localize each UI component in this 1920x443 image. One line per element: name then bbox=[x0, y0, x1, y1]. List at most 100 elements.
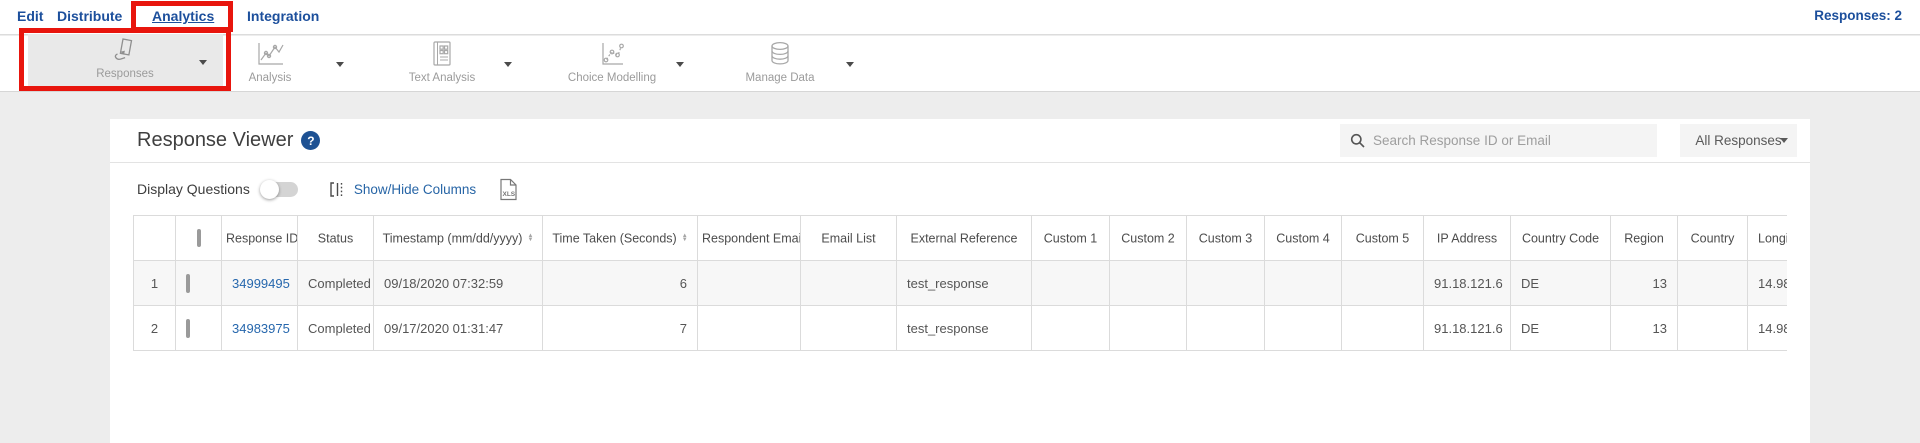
header-select-all bbox=[176, 216, 222, 261]
analysis-icon bbox=[255, 40, 285, 67]
header-country-code: Country Code bbox=[1511, 216, 1611, 261]
select-all-checkbox[interactable] bbox=[197, 229, 201, 247]
header-custom3: Custom 3 bbox=[1187, 216, 1265, 261]
header-response-id[interactable]: Response ID▲▼ bbox=[222, 216, 298, 261]
search-input[interactable] bbox=[1373, 133, 1647, 148]
table-controls: Display Questions Show/Hide Columns XLS bbox=[110, 163, 1810, 215]
header-status: Status bbox=[298, 216, 374, 261]
response-id-cell: 34999495 bbox=[222, 261, 298, 306]
columns-icon[interactable] bbox=[328, 181, 346, 198]
longitude-cell: 14.98 bbox=[1748, 306, 1788, 351]
toolbar-item-responses[interactable]: Responses bbox=[28, 34, 223, 86]
header-region: Region bbox=[1611, 216, 1678, 261]
custom1-cell bbox=[1032, 261, 1110, 306]
table-header-row: Response ID▲▼ Status Timestamp (mm/dd/yy… bbox=[134, 216, 1788, 261]
respondent-email-cell bbox=[698, 261, 801, 306]
external-reference-cell: test_response bbox=[897, 261, 1032, 306]
ip-address-cell: 91.18.121.6 bbox=[1424, 261, 1511, 306]
header-email-list: Email List bbox=[801, 216, 897, 261]
nav-tab-integration[interactable]: Integration bbox=[247, 8, 319, 24]
table-row: 2 34983975 Completed 09/17/2020 01:31:47… bbox=[134, 306, 1788, 351]
header-custom4: Custom 4 bbox=[1265, 216, 1342, 261]
display-questions-toggle[interactable] bbox=[262, 182, 298, 197]
header-custom5: Custom 5 bbox=[1342, 216, 1424, 261]
email-list-cell bbox=[801, 306, 897, 351]
row-checkbox[interactable] bbox=[186, 319, 190, 338]
ip-address-cell: 91.18.121.6 bbox=[1424, 306, 1511, 351]
custom1-cell bbox=[1032, 306, 1110, 351]
row-number: 1 bbox=[134, 261, 176, 306]
header-country: Country bbox=[1678, 216, 1748, 261]
country-code-cell: DE bbox=[1511, 261, 1611, 306]
header-rownum bbox=[134, 216, 176, 261]
sort-icon[interactable]: ▲▼ bbox=[682, 234, 688, 242]
header-ip-address: IP Address bbox=[1424, 216, 1511, 261]
custom4-cell bbox=[1265, 261, 1342, 306]
header-custom1: Custom 1 bbox=[1032, 216, 1110, 261]
toolbar-item-text-analysis[interactable]: Text Analysis bbox=[377, 38, 507, 88]
status-cell: Completed bbox=[298, 261, 374, 306]
header-external-reference: External Reference bbox=[897, 216, 1032, 261]
svg-text:XLS: XLS bbox=[503, 191, 516, 198]
toolbar-item-manage-data[interactable]: Manage Data bbox=[715, 38, 845, 88]
country-code-cell: DE bbox=[1511, 306, 1611, 351]
show-hide-columns-link[interactable]: Show/Hide Columns bbox=[354, 182, 476, 197]
row-number: 2 bbox=[134, 306, 176, 351]
search-icon bbox=[1350, 133, 1365, 148]
responses-filter-dropdown[interactable]: All Responses bbox=[1680, 124, 1797, 157]
row-checkbox[interactable] bbox=[186, 274, 190, 293]
top-navbar: Edit Distribute Analytics Integration Re… bbox=[0, 0, 1920, 35]
time-taken-cell: 7 bbox=[543, 306, 698, 351]
display-questions-label: Display Questions bbox=[137, 181, 250, 197]
country-cell bbox=[1678, 261, 1748, 306]
toolbar-label: Analysis bbox=[249, 72, 292, 84]
toolbar-item-analysis[interactable]: Analysis bbox=[205, 38, 335, 88]
xls-export-icon[interactable]: XLS bbox=[498, 178, 519, 201]
header-time-taken[interactable]: Time Taken (Seconds)▲▼ bbox=[543, 216, 698, 261]
region-cell: 13 bbox=[1611, 261, 1678, 306]
search-box[interactable] bbox=[1340, 124, 1657, 157]
text-analysis-dropdown-caret-icon[interactable] bbox=[504, 62, 512, 67]
custom3-cell bbox=[1187, 306, 1265, 351]
row-select-cell bbox=[176, 261, 222, 306]
row-select-cell bbox=[176, 306, 222, 351]
text-analysis-icon bbox=[431, 40, 453, 67]
toolbar-item-choice-modelling[interactable]: Choice Modelling bbox=[547, 38, 677, 88]
status-cell: Completed bbox=[298, 306, 374, 351]
custom2-cell bbox=[1110, 261, 1187, 306]
table-row: 1 34999495 Completed 09/18/2020 07:32:59… bbox=[134, 261, 1788, 306]
filter-value: All Responses bbox=[1695, 133, 1781, 148]
header-timestamp[interactable]: Timestamp (mm/dd/yyyy)▲▼ bbox=[374, 216, 543, 261]
response-id-link[interactable]: 34983975 bbox=[232, 321, 290, 336]
responses-count: Responses: 2 bbox=[1814, 8, 1902, 23]
page-title: Response Viewer bbox=[137, 129, 293, 152]
analysis-dropdown-caret-icon[interactable] bbox=[336, 62, 344, 67]
toolbar-label: Text Analysis bbox=[409, 72, 475, 84]
filter-caret-icon bbox=[1780, 138, 1788, 143]
header-longitude: Longitude bbox=[1748, 216, 1788, 261]
toolbar-label: Responses bbox=[96, 68, 154, 80]
response-viewer-card: Response Viewer ? All Responses Display … bbox=[110, 119, 1810, 443]
time-taken-cell: 6 bbox=[543, 261, 698, 306]
header-respondent-email: Respondent Email bbox=[698, 216, 801, 261]
nav-tab-distribute[interactable]: Distribute bbox=[57, 8, 122, 24]
nav-tab-analytics[interactable]: Analytics bbox=[152, 8, 214, 24]
response-id-cell: 34983975 bbox=[222, 306, 298, 351]
longitude-cell: 14.98 bbox=[1748, 261, 1788, 306]
custom5-cell bbox=[1342, 306, 1424, 351]
sort-icon[interactable]: ▲▼ bbox=[527, 234, 533, 242]
timestamp-cell: 09/17/2020 01:31:47 bbox=[374, 306, 543, 351]
manage-data-dropdown-caret-icon[interactable] bbox=[846, 62, 854, 67]
nav-tab-edit[interactable]: Edit bbox=[17, 8, 43, 24]
response-id-link[interactable]: 34999495 bbox=[232, 276, 290, 291]
help-icon[interactable]: ? bbox=[301, 131, 320, 150]
choice-modelling-dropdown-caret-icon[interactable] bbox=[676, 62, 684, 67]
responses-icon bbox=[112, 36, 138, 63]
toggle-knob bbox=[260, 180, 279, 199]
responses-button[interactable]: Responses bbox=[60, 34, 190, 84]
custom5-cell bbox=[1342, 261, 1424, 306]
responses-table: Response ID▲▼ Status Timestamp (mm/dd/yy… bbox=[133, 215, 1787, 351]
timestamp-cell: 09/18/2020 07:32:59 bbox=[374, 261, 543, 306]
region-cell: 13 bbox=[1611, 306, 1678, 351]
custom3-cell bbox=[1187, 261, 1265, 306]
